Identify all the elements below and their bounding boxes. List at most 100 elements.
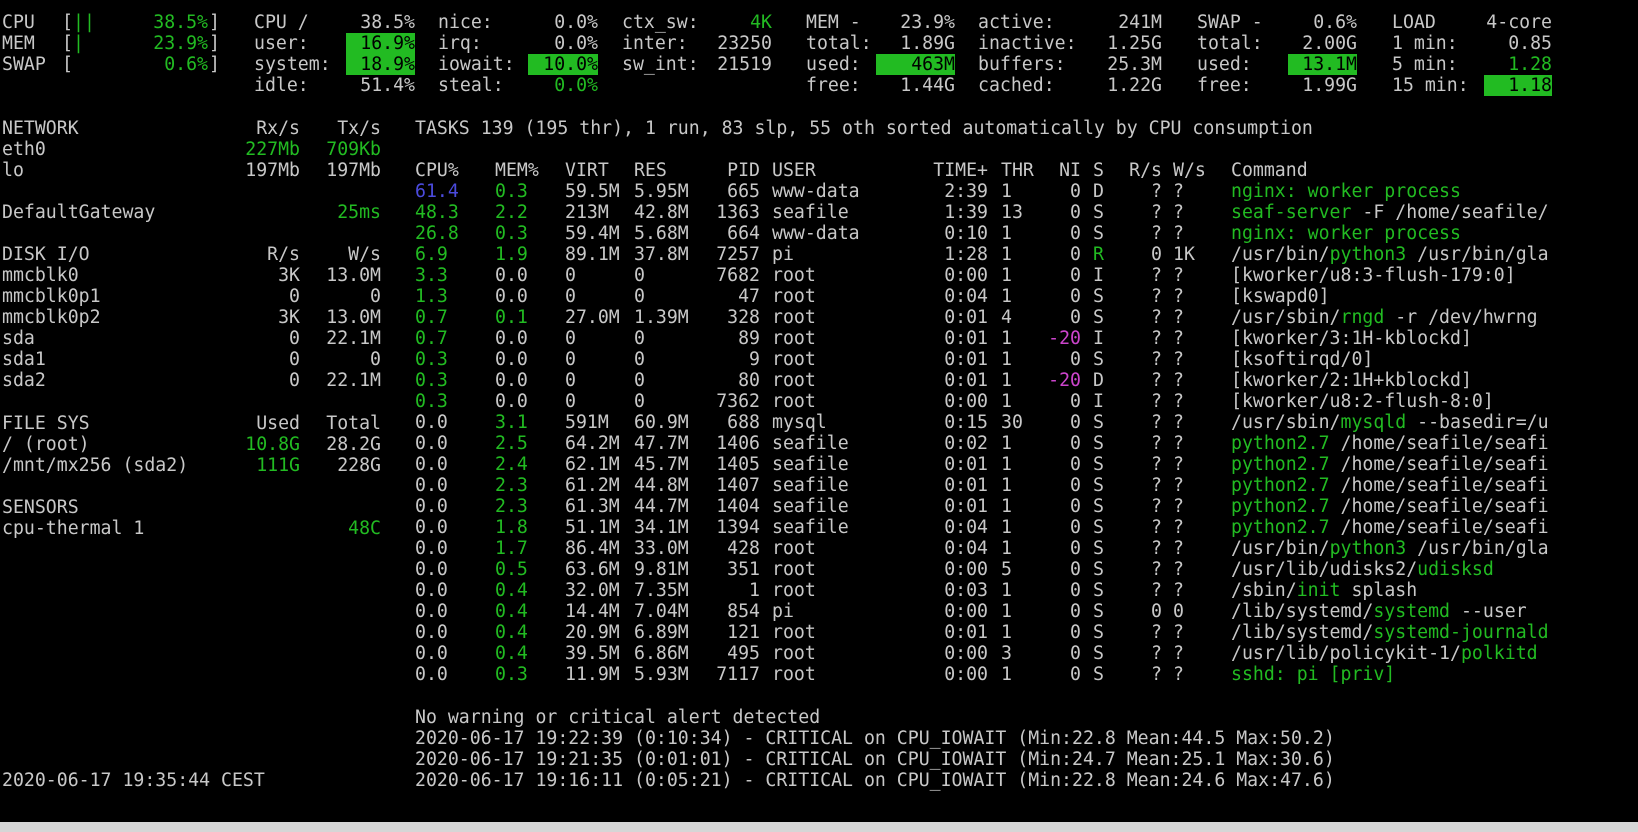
- process-command-part: /usr/bin/: [1231, 244, 1330, 265]
- process-write-rate: ?: [1173, 412, 1184, 433]
- process-row[interactable]: 0.0 0.4 20.9M 6.89M 121 root 0:01 1 0 S?? /lib/sys…: [0, 622, 1638, 643]
- col-pid-header[interactable]: PID: [700, 160, 760, 181]
- process-row[interactable]: 0.0 0.4 39.5M 6.86M 495 root 0:00 3 0 S?? /usr/lib…: [0, 643, 1638, 664]
- process-row[interactable]: 3.3 0.0 0 0 7682 root 0:00 1 0 I?? [kworker/u8:3-f…: [0, 265, 1638, 286]
- process-row[interactable]: 0.0 2.5 64.2M 47.7M 1406 seafile 0:02 1 0 S?? pyth…: [0, 433, 1638, 454]
- process-row[interactable]: 0.3 0.0 0 0 7362 root 0:00 1 0 I?? [kworker/u8:2-f…: [0, 391, 1638, 412]
- process-row[interactable]: 1.3 0.0 0 0 47 root 0:04 1 0 S?? [kswapd0]: [0, 286, 1638, 307]
- mem-bar-close: ]: [209, 33, 220, 54]
- col-command-header[interactable]: Command: [1231, 160, 1308, 181]
- process-state: I: [1093, 328, 1104, 349]
- process-row[interactable]: 0.0 2.4 62.1M 45.7M 1405 seafile 0:01 1 0 S?? pyth…: [0, 454, 1638, 475]
- col-cpu-header[interactable]: CPU%: [415, 160, 459, 181]
- process-row[interactable]: 0.0 0.3 11.9M 5.93M 7117 root 0:00 1 0 S?? sshd: p…: [0, 664, 1638, 685]
- process-nice: 0: [1070, 580, 1081, 601]
- swap-free-label: free:: [1197, 75, 1252, 96]
- process-row[interactable]: 0.7 0.1 27.0M 1.39M 328 root 0:01 4 0 S?? /usr/sbi…: [0, 307, 1638, 328]
- process-command-part: python2.7: [1231, 454, 1330, 475]
- process-time: 0:01: [944, 328, 988, 349]
- swap-percent: 0.6%: [1313, 12, 1357, 33]
- col-ni-header[interactable]: NI: [1045, 160, 1081, 181]
- process-user: pi: [772, 244, 794, 265]
- process-row[interactable]: 6.9 1.9 89.1M 37.8M 7257 pi 1:28 1 0 R 0 1K/usr/bin…: [0, 244, 1638, 265]
- process-command-part: python2.7: [1231, 433, 1330, 454]
- process-row[interactable]: 0.0 1.7 86.4M 33.0M 428 root 0:04 1 0 S?? /usr/bin…: [0, 538, 1638, 559]
- process-row[interactable]: 61.4 0.3 59.5M 5.95M 665 www-data 2:39 1 0 D?? ngi…: [0, 181, 1638, 202]
- process-mem: 2.3: [495, 496, 528, 517]
- process-time: 1:39: [944, 202, 988, 223]
- process-user: root: [772, 328, 816, 349]
- process-command-part: polkitd: [1460, 643, 1538, 664]
- process-row[interactable]: 0.3 0.0 0 0 80 root 0:01 1 -20 D?? [kworker/2:1H+k…: [0, 370, 1638, 391]
- col-virt-header[interactable]: VIRT: [565, 160, 609, 181]
- process-row[interactable]: 0.3 0.0 0 0 9 root 0:01 1 0 S?? [ksoftirqd/0]: [0, 349, 1638, 370]
- col-res-header[interactable]: RES: [634, 160, 667, 181]
- process-virt: 0: [565, 328, 576, 349]
- process-threads: 1: [1001, 496, 1012, 517]
- process-row[interactable]: 0.0 1.8 51.1M 34.1M 1394 seafile 0:04 1 0 S?? pyth…: [0, 517, 1638, 538]
- cached-value: 1.22G: [1107, 75, 1162, 96]
- network-tx-value: 709Kb: [326, 139, 381, 160]
- swap-bar-close: ]: [209, 54, 220, 75]
- process-command: /lib/systemd/systemd-journald: [1231, 622, 1549, 643]
- process-pid: 47: [738, 286, 760, 307]
- process-command-part: udisksd: [1417, 559, 1494, 580]
- inactive-label: inactive:: [978, 33, 1077, 54]
- process-threads: 4: [1001, 307, 1012, 328]
- process-state: S: [1093, 412, 1104, 433]
- cached-label: cached:: [978, 75, 1055, 96]
- col-ws-header[interactable]: W/s: [1173, 160, 1206, 181]
- process-nice: 0: [1070, 475, 1081, 496]
- process-write-rate: ?: [1173, 370, 1184, 391]
- process-read-rate: ?: [1151, 286, 1162, 307]
- process-row[interactable]: 0.0 0.4 14.4M 7.04M 854 pi 0:00 1 0 S 0 0/lib/syste…: [0, 601, 1638, 622]
- process-state: S: [1093, 349, 1104, 370]
- col-time-header[interactable]: TIME+: [910, 160, 988, 181]
- process-cpu: 48.3: [415, 202, 459, 223]
- process-pid: 1363: [716, 202, 760, 223]
- col-mem-header[interactable]: MEM%: [495, 160, 539, 181]
- process-nice: 0: [1070, 622, 1081, 643]
- col-rs-header[interactable]: R/s: [1120, 160, 1162, 181]
- process-row[interactable]: 0.0 2.3 61.2M 44.8M 1407 seafile 0:01 1 0 S?? pyth…: [0, 475, 1638, 496]
- header-row-4: idle: 51.4% steal: 0.0% free: 1.44G cach…: [0, 75, 1638, 97]
- process-user: root: [772, 307, 816, 328]
- process-mem: 0.4: [495, 622, 528, 643]
- process-threads: 1: [1001, 181, 1012, 202]
- process-nice: 0: [1070, 559, 1081, 580]
- process-res: 44.8M: [634, 475, 689, 496]
- process-user: seafile: [772, 517, 849, 538]
- col-thr-header[interactable]: THR: [1001, 160, 1034, 181]
- process-row[interactable]: 26.8 0.3 59.4M 5.68M 664 www-data 0:10 1 0 S?? ngi…: [0, 223, 1638, 244]
- process-pid: 854: [727, 601, 760, 622]
- mem-total-label: total:: [806, 33, 872, 54]
- process-mem: 0.0: [495, 286, 528, 307]
- process-user: root: [772, 559, 816, 580]
- process-row[interactable]: 0.0 0.4 32.0M 7.35M 1 root 0:03 1 0 S?? /sbin/init…: [0, 580, 1638, 601]
- process-pid: 7117: [716, 664, 760, 685]
- process-row[interactable]: 48.3 2.2 213M 42.8M 1363 seafile 1:39 13 0 S?? sea…: [0, 202, 1638, 223]
- swap-total-label: total:: [1197, 33, 1263, 54]
- process-state: S: [1093, 496, 1104, 517]
- process-command-part: [kworker/3:1H-kblockd]: [1231, 328, 1472, 349]
- col-state-header[interactable]: S: [1093, 160, 1104, 181]
- process-write-rate: 1K: [1173, 244, 1195, 265]
- col-user-header[interactable]: USER: [772, 160, 816, 181]
- active-value: 241M: [1118, 12, 1162, 33]
- process-threads: 5: [1001, 559, 1012, 580]
- process-nice: 0: [1070, 643, 1081, 664]
- process-user: seafile: [772, 202, 849, 223]
- process-res: 6.89M: [634, 622, 689, 643]
- process-nice: 0: [1070, 244, 1081, 265]
- process-command-part: python2.7: [1231, 517, 1330, 538]
- process-row[interactable]: 0.0 2.3 61.3M 44.7M 1404 seafile 0:01 1 0 S?? pyth…: [0, 496, 1638, 517]
- process-time: 1:28: [944, 244, 988, 265]
- mem-bar-value: 23.9%: [153, 33, 208, 54]
- process-row[interactable]: 0.0 0.5 63.6M 9.81M 351 root 0:00 5 0 S?? /usr/lib…: [0, 559, 1638, 580]
- process-nice: 0: [1070, 223, 1081, 244]
- process-row[interactable]: 0.7 0.0 0 0 89 root 0:01 1 -20 I?? [kworker/3:1H-k…: [0, 328, 1638, 349]
- process-time: 0:01: [944, 622, 988, 643]
- mem-bar-label: MEM: [2, 33, 35, 54]
- process-row[interactable]: 0.0 3.1 591M 60.9M 688 mysql 0:15 30 0 S?? /usr/sb…: [0, 412, 1638, 433]
- process-threads: 13: [1001, 202, 1023, 223]
